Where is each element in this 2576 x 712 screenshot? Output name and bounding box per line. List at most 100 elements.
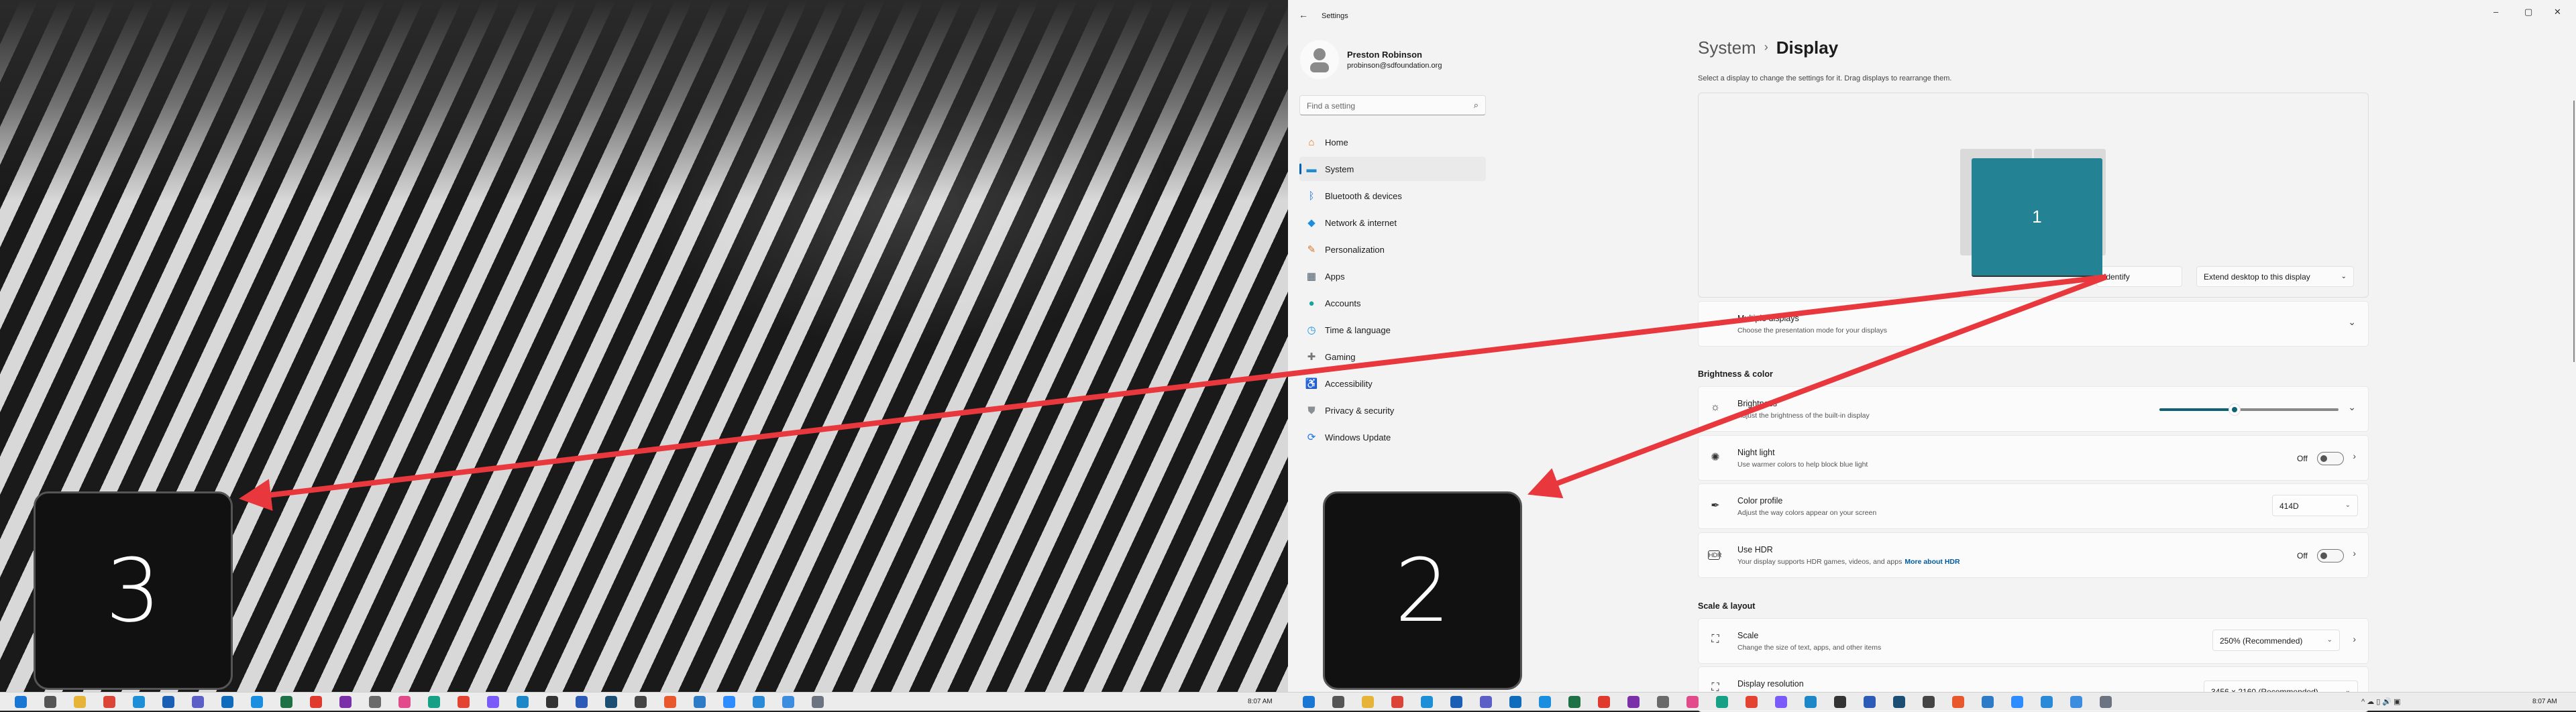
night-light-card[interactable]: ✺ Night light Use warmer colors to help … [1698, 435, 2369, 481]
powershell-icon[interactable] [517, 696, 529, 708]
file-explorer-icon[interactable] [74, 696, 86, 708]
search-placeholder: Find a setting [1307, 101, 1356, 111]
card-subtitle: Your display supports HDR games, videos,… [1737, 558, 1960, 566]
onenote-icon[interactable] [339, 696, 352, 708]
onenote-icon[interactable] [1627, 696, 1640, 708]
onedrive-icon[interactable] [251, 696, 263, 708]
edge-icon[interactable] [133, 696, 145, 708]
task-view-icon[interactable] [44, 696, 56, 708]
system-tray-icons[interactable]: ^ ☁ ▯ 🔊 ▣ [2361, 697, 2401, 706]
clock[interactable]: 8:07 AM [1248, 698, 1273, 705]
nuix-icon[interactable] [605, 696, 617, 708]
photos-icon[interactable] [1686, 696, 1699, 708]
1password-icon[interactable] [1450, 696, 1462, 708]
chevron-right-icon[interactable]: › [2353, 451, 2356, 461]
extend-desktop-dropdown[interactable]: Extend desktop to this display ⌄ [2196, 266, 2354, 287]
slider-thumb[interactable] [2229, 404, 2241, 416]
1password-icon[interactable] [162, 696, 174, 708]
powershell-icon[interactable] [1805, 696, 1817, 708]
calculator-icon[interactable] [1657, 696, 1669, 708]
outlook-icon[interactable] [221, 696, 233, 708]
zoom-icon[interactable] [723, 696, 735, 708]
todoist-icon[interactable] [458, 696, 470, 708]
people-icon[interactable] [1923, 696, 1935, 708]
back-arrow-icon[interactable]: ← [1299, 9, 1308, 20]
teams-icon[interactable] [1480, 696, 1492, 708]
chevron-down-icon[interactable]: ⌄ [2348, 316, 2356, 328]
start-icon[interactable] [1303, 696, 1315, 708]
excel-icon[interactable] [1568, 696, 1580, 708]
nuix-icon[interactable] [1893, 696, 1905, 708]
calculator-icon[interactable] [369, 696, 381, 708]
remote-desktop-icon[interactable] [576, 696, 588, 708]
sidebar-item-gaming[interactable]: ✚ Gaming [1299, 345, 1486, 369]
chevron-right-icon[interactable]: › [2353, 634, 2356, 644]
minimize-button[interactable]: – [2493, 7, 2498, 17]
identify-button[interactable]: Identify [2096, 266, 2182, 287]
hdr-card[interactable]: HDR Use HDR Your display supports HDR ga… [1698, 532, 2369, 578]
brightness-slider[interactable] [2159, 404, 2339, 416]
sidebar-item-system[interactable]: ▬ System [1299, 157, 1486, 181]
chrome-icon[interactable] [1391, 696, 1403, 708]
sidebar-item-windows-update[interactable]: ⟳ Windows Update [1299, 425, 1486, 449]
chevron-right-icon[interactable]: › [2353, 548, 2356, 558]
monitor-1[interactable]: 1 [1972, 158, 2102, 277]
designer-icon[interactable] [487, 696, 499, 708]
app-title: Settings [1322, 12, 1348, 20]
zoom-icon[interactable] [2011, 696, 2023, 708]
photos-icon[interactable] [398, 696, 411, 708]
more-about-hdr-link[interactable]: More about HDR [1904, 558, 1960, 566]
breadcrumb-system[interactable]: System [1698, 38, 1756, 58]
acrobat-icon[interactable] [310, 696, 322, 708]
chrome-profile-icon[interactable] [782, 696, 794, 708]
onedrive-icon[interactable] [1539, 696, 1551, 708]
scale-dropdown[interactable]: 250% (Recommended) ⌄ [2212, 630, 2340, 651]
sidebar-item-home[interactable]: ⌂ Home [1299, 130, 1486, 154]
sidebar-item-bluetooth-devices[interactable]: ᛒ Bluetooth & devices [1299, 184, 1486, 208]
sidebar-item-time-language[interactable]: ◷ Time & language [1299, 318, 1486, 342]
people-icon[interactable] [635, 696, 647, 708]
excel-icon[interactable] [280, 696, 292, 708]
settings-icon[interactable] [2100, 696, 2112, 708]
sidebar-item-privacy-security[interactable]: ⛊ Privacy & security [1299, 398, 1486, 422]
chrome-profile-icon[interactable] [2070, 696, 2082, 708]
file-explorer-icon[interactable] [1362, 696, 1374, 708]
scale-card[interactable]: ⛶ Scale Change the size of text, apps, a… [1698, 618, 2369, 664]
todoist-icon[interactable] [1746, 696, 1758, 708]
chevron-down-icon[interactable]: ⌄ [2348, 402, 2356, 413]
snagit-editor-icon[interactable] [694, 696, 706, 708]
sidebar-item-personalization[interactable]: ✎ Personalization [1299, 237, 1486, 261]
sidebar-item-accounts[interactable]: ● Accounts [1299, 291, 1486, 315]
settings-icon[interactable] [812, 696, 824, 708]
scrollbar[interactable] [2573, 101, 2575, 362]
sidebar-item-accessibility[interactable]: ♿ Accessibility [1299, 371, 1486, 396]
chrome-icon[interactable] [103, 696, 115, 708]
search-input[interactable]: Find a setting ⌕ [1299, 95, 1486, 115]
terminal-icon[interactable] [546, 696, 558, 708]
hdr-toggle[interactable] [2317, 549, 2344, 562]
copilot-icon[interactable] [1716, 696, 1728, 708]
maximize-button[interactable]: ▢ [2524, 7, 2532, 17]
remote-desktop-icon[interactable] [1864, 696, 1876, 708]
notepad-icon[interactable] [2041, 696, 2053, 708]
edge-icon[interactable] [1421, 696, 1433, 708]
designer-icon[interactable] [1775, 696, 1787, 708]
terminal-icon[interactable] [1834, 696, 1846, 708]
snagit-icon[interactable] [664, 696, 676, 708]
color-profile-dropdown[interactable]: 414D ⌄ [2272, 495, 2358, 516]
sidebar-item-network-internet[interactable]: ◆ Network & internet [1299, 211, 1486, 235]
teams-icon[interactable] [192, 696, 204, 708]
start-icon[interactable] [15, 696, 27, 708]
acrobat-icon[interactable] [1598, 696, 1610, 708]
clock[interactable]: 8:07 AM [2532, 698, 2557, 705]
snagit-editor-icon[interactable] [1982, 696, 1994, 708]
close-button[interactable]: ✕ [2554, 7, 2561, 17]
sidebar-item-apps[interactable]: ▦ Apps [1299, 264, 1486, 288]
outlook-icon[interactable] [1509, 696, 1521, 708]
night-light-toggle[interactable] [2317, 452, 2344, 465]
copilot-icon[interactable] [428, 696, 440, 708]
multiple-displays-card[interactable]: ▭ Multiple displays Choose the presentat… [1698, 301, 2369, 347]
snagit-icon[interactable] [1952, 696, 1964, 708]
task-view-icon[interactable] [1332, 696, 1344, 708]
notepad-icon[interactable] [753, 696, 765, 708]
